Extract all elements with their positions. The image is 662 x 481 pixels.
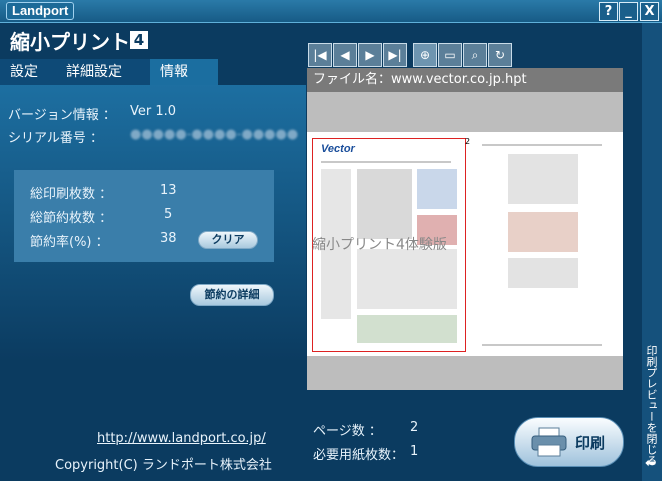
prev-page-icon[interactable]: ◀ [333, 43, 357, 67]
next-page-icon[interactable]: ▶ [358, 43, 382, 67]
savings-details-button[interactable]: 節約の詳細 [190, 284, 274, 306]
trial-watermark: 縮小プリント4体験版 [312, 237, 447, 253]
close-preview-button[interactable]: 印刷プレビューを閉じる [645, 345, 659, 466]
page-count-label: ページ数 ： [313, 424, 382, 439]
zoom-in-icon[interactable]: ⊕ [413, 43, 437, 67]
page-thumbnail-2 [472, 138, 618, 350]
page-count-value: 2 [410, 420, 419, 435]
print-button-label: 印刷 [575, 434, 606, 452]
version-label: バージョン情報 ： [8, 108, 116, 123]
last-page-icon[interactable]: ▶| [383, 43, 407, 67]
tab-advanced-settings[interactable]: 詳細設定 [56, 59, 154, 85]
page-number-2: 2 [465, 137, 471, 146]
total-printed-value: 13 [160, 183, 177, 198]
copyright-text: Copyright(C) ランドポート株式会社 [55, 458, 272, 473]
vector-logo: Vector [321, 143, 355, 155]
landport-logo: Landport [6, 2, 75, 20]
printer-icon [531, 427, 567, 457]
first-page-icon[interactable]: |◀ [308, 43, 332, 67]
rotate-icon[interactable]: ↻ [488, 43, 512, 67]
paper-count-label: 必要用紙枚数： [313, 448, 405, 463]
arrow-left-icon[interactable]: ⬅ [645, 456, 656, 471]
filename-bar: ファイル名：www.vector.co.jp.hpt [307, 68, 623, 92]
clear-button[interactable]: クリア [198, 231, 258, 249]
landport-url-link[interactable]: http://www.landport.co.jp/ [97, 431, 266, 446]
close-button[interactable]: X [640, 2, 659, 21]
help-button[interactable]: ? [599, 2, 618, 21]
print-button[interactable]: 印刷 [514, 417, 624, 467]
version-value: Ver 1.0 [130, 104, 177, 119]
total-saved-value: 5 [164, 207, 173, 222]
fit-page-icon[interactable]: ▭ [438, 43, 462, 67]
saving-rate-value: 38 [160, 231, 177, 246]
title-bar [0, 0, 662, 23]
serial-label: シリアル番号 ： [8, 131, 104, 146]
saving-rate-label: 節約率(%) ： [30, 235, 109, 250]
total-saved-label: 総節約枚数 ： [30, 211, 113, 226]
zoom-view-icon[interactable]: ⌕ [463, 43, 487, 67]
total-printed-label: 総印刷枚数 ： [30, 187, 113, 202]
version-badge: 4 [130, 31, 148, 49]
tab-settings[interactable]: 設定 [0, 59, 56, 85]
minimize-button[interactable]: _ [619, 2, 638, 21]
serial-value: ●●●●●-●●●●-●●●●● [130, 127, 299, 142]
app-title: 縮小プリント [10, 30, 130, 54]
tab-info[interactable]: 情報 [150, 59, 218, 85]
paper-count-value: 1 [410, 444, 419, 459]
